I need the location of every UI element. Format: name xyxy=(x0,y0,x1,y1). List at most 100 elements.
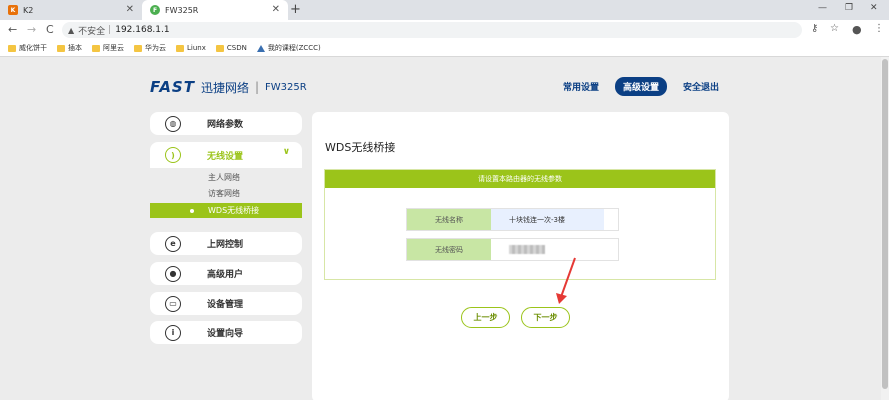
device-icon: ▭ xyxy=(165,295,181,312)
control-icon: e xyxy=(165,235,181,252)
tab-k2[interactable]: K K2 ✕ xyxy=(0,0,142,20)
close-window-icon[interactable]: ✕ xyxy=(870,3,878,13)
content-panel: WDS无线桥接 请设置本路由器的无线参数 无线名称 十块钱连一次-3楼 无线密码… xyxy=(312,112,729,400)
user-icon: ● xyxy=(165,265,181,282)
ssid-input[interactable]: 十块钱连一次-3楼 xyxy=(491,209,604,230)
back-icon[interactable]: ← xyxy=(8,23,17,36)
wireless-params-box: 请设置本路由器的无线参数 无线名称 十块钱连一次-3楼 无线密码 xyxy=(324,169,716,280)
sidebar-item-wireless[interactable]: ) 无线设置 ∨ xyxy=(150,142,302,168)
folder-icon xyxy=(215,44,224,52)
page-scrollbar[interactable] xyxy=(881,57,889,400)
reload-icon[interactable]: C xyxy=(46,23,54,36)
menu-icon[interactable]: ⋮ xyxy=(874,23,884,34)
sidebar-item-label: 高级用户 xyxy=(207,270,244,280)
bookmark-label: 插本 xyxy=(68,44,82,52)
next-step-button[interactable]: 下一步 xyxy=(521,307,570,328)
bookmarks-bar: 威化饼干 插本 阿里云 华为云 Liunx CSDN 我的课程(ZCCC) xyxy=(0,40,889,57)
close-tab-icon[interactable]: ✕ xyxy=(272,4,280,15)
submenu-item-guest-network[interactable]: 访客网络 xyxy=(150,186,302,201)
brand-separator: | xyxy=(254,80,260,94)
bookmark-label: 阿里云 xyxy=(103,44,124,52)
folder-icon xyxy=(92,44,100,52)
submenu-label: WDS无线桥接 xyxy=(208,206,260,215)
scrollbar-thumb[interactable] xyxy=(882,59,888,389)
sidebar-item-device-management[interactable]: ▭ 设备管理 xyxy=(150,292,302,315)
submenu-item-host-network[interactable]: 主人网络 xyxy=(150,170,302,185)
bookmark-item[interactable]: CSDN xyxy=(215,44,247,52)
bookmark-item[interactable]: 插本 xyxy=(57,43,82,53)
ssid-label: 无线名称 xyxy=(407,209,491,230)
account-icon[interactable]: ● xyxy=(852,23,862,36)
k2-favicon-icon: K xyxy=(8,5,18,15)
sidebar-item-label: 设备管理 xyxy=(207,300,244,310)
globe-icon: ◍ xyxy=(165,115,181,132)
sidebar-item-setup-wizard[interactable]: i 设置向导 xyxy=(150,321,302,344)
bookmark-item[interactable]: 威化饼干 xyxy=(8,43,47,53)
brand-cn: 迅捷网络 xyxy=(200,80,249,95)
sidebar-item-label: 设置向导 xyxy=(207,329,244,339)
key-icon[interactable]: ⚷ xyxy=(811,23,818,34)
wireless-submenu: 主人网络 访客网络 WDS无线桥接 xyxy=(150,168,302,219)
bookmark-label: Liunx xyxy=(187,44,206,52)
close-tab-icon[interactable]: ✕ xyxy=(126,4,134,15)
triangle-icon xyxy=(256,44,265,52)
forward-icon[interactable]: → xyxy=(27,23,36,36)
submenu-label: 主人网络 xyxy=(208,173,240,182)
sidebar-item-access-control[interactable]: e 上网控制 xyxy=(150,232,302,255)
sidebar-item-network[interactable]: ◍ 网络参数 xyxy=(150,112,302,135)
tab-strip: K K2 ✕ F FW325R ✕ + — ❐ ✕ xyxy=(0,0,889,20)
bookmark-item[interactable]: 阿里云 xyxy=(92,43,124,53)
active-dot-icon xyxy=(190,209,194,213)
warning-icon: ▲ xyxy=(68,25,75,35)
nav-advanced-settings[interactable]: 高级设置 xyxy=(615,77,668,96)
brand-logo: FAST 迅捷网络 | FW325R xyxy=(150,78,307,96)
url-text: 192.168.1.1 xyxy=(115,25,170,35)
bookmark-label: 我的课程(ZCCC) xyxy=(267,44,321,52)
tab-title: K2 xyxy=(23,5,34,15)
sidebar-item-label: 无线设置 xyxy=(207,151,244,162)
tab-title: FW325R xyxy=(165,5,199,15)
bookmark-item[interactable]: 我的课程(ZCCC) xyxy=(256,43,321,53)
security-text: 不安全 xyxy=(78,26,106,37)
minimize-icon[interactable]: — xyxy=(818,3,827,13)
bookmark-label: CSDN xyxy=(226,44,247,52)
top-nav: 常用设置 高级设置 安全退出 xyxy=(555,77,735,96)
page-title: WDS无线桥接 xyxy=(325,141,396,154)
blurred-password xyxy=(509,245,545,254)
router-page: FAST 迅捷网络 | FW325R 常用设置 高级设置 安全退出 ◍ 网络参数… xyxy=(0,57,881,400)
chevron-down-icon: ∨ xyxy=(282,147,290,157)
box-header: 请设置本路由器的无线参数 xyxy=(325,170,715,188)
submenu-label: 访客网络 xyxy=(208,189,240,198)
bookmark-item[interactable]: Liunx xyxy=(176,44,206,52)
bookmark-label: 威化饼干 xyxy=(19,44,47,52)
info-icon: i xyxy=(165,324,181,341)
annotation-arrow-icon xyxy=(556,257,576,304)
tab-fw325r[interactable]: F FW325R ✕ xyxy=(142,0,288,20)
brand-name: FAST xyxy=(150,78,195,96)
bookmark-item[interactable]: 华为云 xyxy=(134,43,166,53)
url-input[interactable]: ▲ 不安全 | 192.168.1.1 xyxy=(62,22,802,38)
address-bar: ← → C ▲ 不安全 | 192.168.1.1 ⚷ ☆ ● ⋮ xyxy=(0,20,889,40)
sidebar-item-label: 上网控制 xyxy=(207,240,244,250)
submenu-item-wds-bridge[interactable]: WDS无线桥接 xyxy=(150,203,302,218)
fast-favicon-icon: F xyxy=(150,5,160,15)
folder-icon xyxy=(134,44,142,52)
restore-icon[interactable]: ❐ xyxy=(845,3,853,13)
star-icon[interactable]: ☆ xyxy=(830,23,839,34)
password-field-row: 无线密码 xyxy=(406,238,619,261)
model-name: FW325R xyxy=(265,81,307,93)
wifi-icon: ) xyxy=(165,147,181,163)
folder-icon xyxy=(8,44,16,52)
nav-logout[interactable]: 安全退出 xyxy=(675,77,727,96)
folder-icon xyxy=(57,44,65,52)
sidebar-item-advanced-user[interactable]: ● 高级用户 xyxy=(150,262,302,285)
sidebar-item-label: 网络参数 xyxy=(207,120,244,130)
new-tab-button[interactable]: + xyxy=(290,2,301,17)
bookmark-label: 华为云 xyxy=(145,44,166,52)
url-separator: | xyxy=(108,25,112,35)
prev-step-button[interactable]: 上一步 xyxy=(461,307,510,328)
ssid-field-row: 无线名称 十块钱连一次-3楼 xyxy=(406,208,619,231)
nav-common-settings[interactable]: 常用设置 xyxy=(555,77,607,96)
password-label: 无线密码 xyxy=(407,239,491,260)
folder-icon xyxy=(176,44,184,52)
